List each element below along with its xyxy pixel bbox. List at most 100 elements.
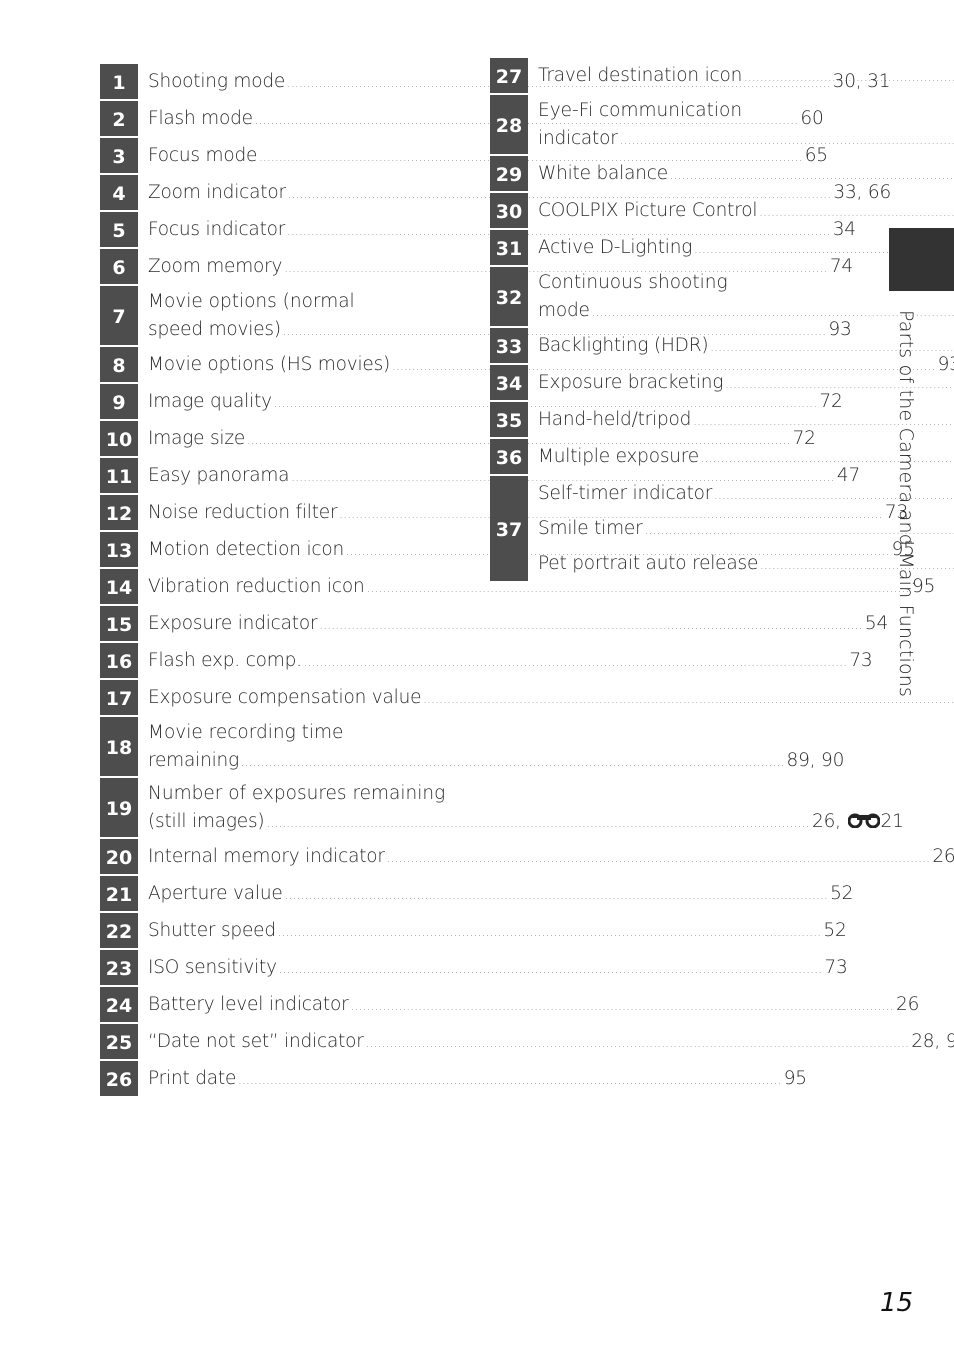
page-numbers[interactable]: 73 (849, 650, 872, 671)
entry-label: remaining (148, 750, 239, 771)
page-numbers[interactable]: 73 (824, 957, 847, 978)
page-reference[interactable]: 52 (830, 881, 853, 906)
index-entries: Travel destination icon95 (528, 58, 954, 93)
entry-label: Vibration reduction icon (148, 576, 365, 597)
index-row: 24 Battery level indicator 26 (100, 987, 919, 1022)
index-row: 31Active D-Lighting73 (490, 230, 843, 265)
entry-label: Exposure indicator (148, 613, 318, 634)
entry-label: Backlighting (HDR) (538, 335, 709, 356)
page-reference[interactable]: 73 (849, 648, 872, 673)
right-index-list: 27Travel destination icon9528Eye-Fi comm… (490, 58, 843, 583)
callout-number-badge: 10 (100, 421, 138, 456)
index-row: 21 Aperture value 52 (100, 876, 853, 911)
index-row: 3Focus mode65 (100, 138, 828, 173)
index-entry: Internal memory indicator 26 (148, 839, 954, 874)
entry-label: Aperture value (148, 883, 283, 904)
index-entry: (still images) 26, 21 (148, 806, 904, 837)
page-reference[interactable]: 95 (784, 1066, 807, 1091)
entry-label: Focus mode (148, 145, 258, 166)
index-entry: mode48, 73 (538, 295, 954, 326)
entry-label-line: Eye-Fi communication (538, 100, 743, 121)
index-entries: Exposure compensation value69 (138, 680, 954, 715)
index-entry: Exposure indicator 54 (148, 606, 888, 641)
index-row: 5Focus indicator34 (100, 212, 856, 247)
page-reference[interactable]: 54 (865, 611, 888, 636)
callout-number-badge: 14 (100, 569, 138, 604)
index-row: 6Zoom memory74 (100, 249, 853, 284)
index-row: 30COOLPIX Picture Control72 (490, 193, 843, 228)
dot-leader (710, 335, 954, 360)
page-numbers[interactable]: 52 (830, 883, 853, 904)
page-numbers[interactable]: 26, (812, 811, 841, 832)
index-entry: indicator96, 75 (538, 123, 954, 154)
page-numbers[interactable]: 89, 90 (787, 750, 845, 771)
page-reference[interactable]: 52 (823, 918, 846, 943)
page-number: 15 (880, 1288, 914, 1318)
index-row: 10Image size72 (100, 421, 816, 456)
index-row: 7Movie options (normalspeed movies)93 (100, 286, 852, 345)
page-numbers[interactable]: 52 (823, 920, 846, 941)
callout-number-badge: 6 (100, 249, 138, 284)
callout-number-badge: 16 (100, 643, 138, 678)
entry-label: Easy panorama (148, 465, 290, 486)
index-entries: Internal memory indicator 26 (138, 839, 954, 874)
callout-number-badge: 17 (100, 680, 138, 715)
page-numbers[interactable]: 95 (784, 1068, 807, 1089)
entry-label: Exposure compensation value (148, 687, 422, 708)
dot-leader (744, 65, 954, 90)
index-row: 25 “Date not set” indicator 28, 95 (100, 1024, 954, 1059)
entry-label: Flash mode (148, 108, 253, 129)
reference-page[interactable]: 21 (881, 811, 904, 832)
index-entry: Battery level indicator 26 (148, 987, 919, 1022)
index-entries: Self-timer indicator63Smile timer64Pet p… (528, 476, 954, 581)
index-row: 17Exposure compensation value69 (100, 680, 453, 715)
entry-label: Flash exp. comp. (148, 650, 302, 671)
entry-label: Motion detection icon (148, 539, 345, 560)
callout-number-badge: 19 (100, 778, 138, 837)
callout-number-badge: 23 (100, 950, 138, 985)
index-row: 19 Number of exposures remaining (still im… (100, 778, 904, 837)
callout-number-badge: 13 (100, 532, 138, 567)
entry-label: speed movies) (148, 319, 281, 340)
entry-label: White balance (538, 163, 668, 184)
index-row: 9Image quality72 (100, 384, 843, 419)
entry-label: Focus indicator (148, 219, 286, 240)
callout-number-badge: 20 (100, 839, 138, 874)
callout-number-badge: 9 (100, 384, 138, 419)
page-numbers[interactable]: 28, 95 (911, 1031, 954, 1052)
entry-label: Movie options (HS movies) (148, 354, 391, 375)
index-entry: Exposure compensation value69 (148, 680, 954, 715)
callout-number-badge: 5 (100, 212, 138, 247)
callout-number-badge: 32 (490, 267, 528, 326)
page-reference[interactable]: 28, 95 (911, 1029, 954, 1054)
page-reference[interactable]: 26, 21 (812, 809, 904, 834)
index-entry: Multiple exposure73 (538, 439, 954, 474)
index-entry: Exposure bracketing73 (538, 365, 954, 400)
callout-number-badge: 29 (490, 156, 528, 191)
page-reference[interactable]: 26 (896, 992, 919, 1017)
page-reference[interactable]: 89, 90 (787, 748, 845, 773)
page-numbers[interactable]: 26 (932, 846, 954, 867)
index-row: 14Vibration reduction icon95 (100, 569, 935, 604)
page-numbers[interactable]: 54 (865, 613, 888, 634)
callout-number-badge: 34 (490, 365, 528, 400)
dot-leader (238, 1068, 782, 1093)
callout-number-badge: 30 (490, 193, 528, 228)
page-numbers[interactable]: 26 (896, 994, 919, 1015)
page-reference[interactable]: 26 (932, 844, 954, 869)
index-row: 1Shooting mode30, 31 (100, 64, 890, 99)
index-row: 11Easy panorama47 (100, 458, 860, 493)
callout-number-badge: 3 (100, 138, 138, 173)
index-entries: Exposure indicator 54 (138, 606, 888, 641)
callout-number-badge: 22 (100, 913, 138, 948)
index-entries: COOLPIX Picture Control72 (528, 193, 954, 228)
callout-number-badge: 8 (100, 347, 138, 382)
entry-label: “Date not set” indicator (148, 1031, 364, 1052)
index-entries: Hand-held/tripod41 (528, 402, 954, 437)
callout-number-badge: 12 (100, 495, 138, 530)
index-entry: Hand-held/tripod41 (538, 402, 954, 437)
dot-leader (266, 811, 810, 836)
index-entry: Print date 95 (148, 1061, 807, 1096)
index-entry: Pet portrait auto release48 (538, 546, 954, 581)
page-reference[interactable]: 73 (824, 955, 847, 980)
